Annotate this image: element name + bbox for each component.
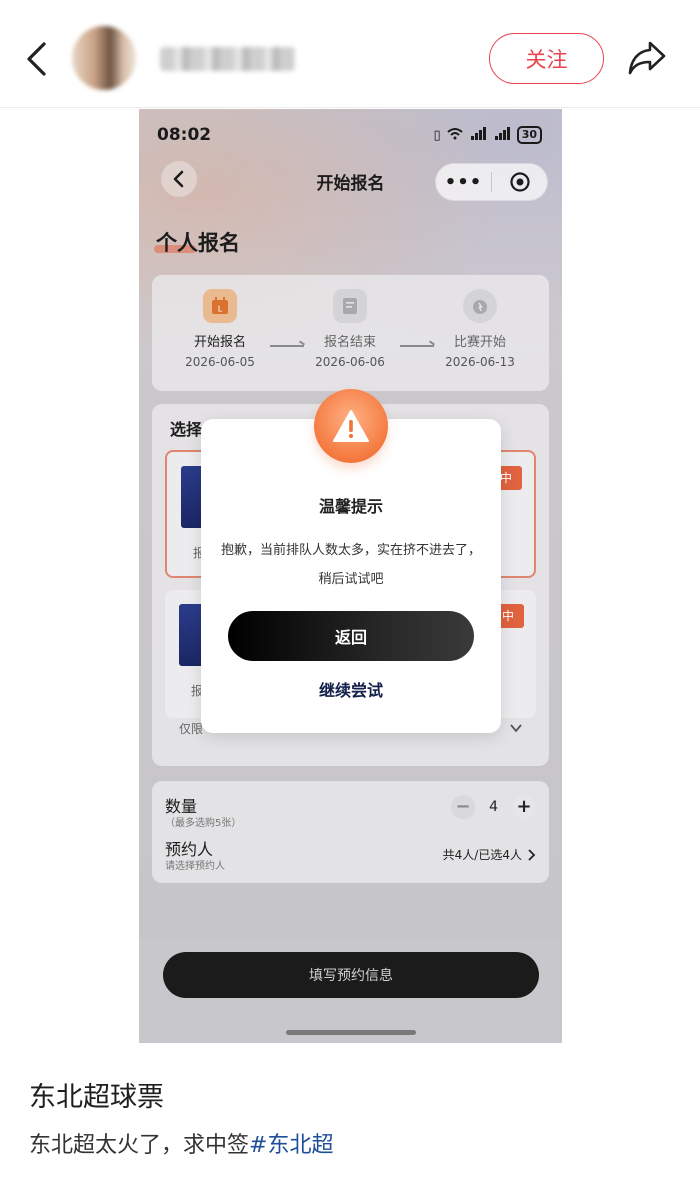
- section-title-text: 个人报名: [156, 231, 240, 255]
- status-icons: ▯ 30: [434, 126, 542, 144]
- step-label: 比赛开始: [453, 335, 506, 350]
- clipboard-icon: [333, 289, 367, 323]
- step-date: 2026-06-13: [445, 355, 515, 369]
- quantity-card: 数量 （最多选购5张） − 4 + 预约人 请选择预约人 共4人/已选4人: [152, 781, 549, 883]
- quantity-value: 4: [489, 799, 498, 815]
- more-icon[interactable]: •••: [436, 172, 491, 193]
- signal-icon-1: [469, 126, 487, 144]
- close-target-icon[interactable]: [492, 171, 547, 193]
- hashtag-link[interactable]: #东北超: [249, 1133, 333, 1158]
- step-label: 开始报名: [193, 335, 246, 350]
- follow-button[interactable]: 关注: [489, 33, 604, 84]
- select-title: 选择: [170, 420, 203, 439]
- alarm-icon: [463, 289, 497, 323]
- step-date: 2026-06-05: [185, 355, 255, 369]
- retry-button[interactable]: 继续尝试: [201, 677, 501, 701]
- post-title: 东北超球票: [29, 1082, 164, 1113]
- step-end: 报名结束 2026-06-06: [290, 289, 410, 369]
- back-icon[interactable]: [20, 38, 54, 80]
- post-body: 东北超太火了，求中签#东北超: [29, 1127, 333, 1159]
- battery-icon: 30: [516, 126, 542, 144]
- fill-info-button[interactable]: 填写预约信息: [163, 952, 539, 998]
- quantity-stepper: − 4 +: [451, 795, 536, 819]
- vibrate-icon: ▯: [433, 127, 441, 143]
- top-bar: 关注: [0, 0, 700, 108]
- chevron-down-icon[interactable]: [509, 720, 523, 734]
- username-blurred[interactable]: [160, 47, 295, 71]
- post-body-text: 东北超太火了，求中签: [29, 1133, 250, 1158]
- reservation-value: 共4人/已选4人: [442, 848, 522, 862]
- mini-program-capsule: •••: [435, 163, 548, 201]
- reservation-selector[interactable]: 共4人/已选4人: [443, 846, 536, 863]
- timeline-card: L 开始报名 2026-06-05 报名结束 2026-06-06 比赛开始 2…: [152, 275, 549, 391]
- minus-button[interactable]: −: [451, 795, 476, 819]
- limit-note: 仅限: [179, 722, 204, 736]
- alert-dialog: 温馨提示 抱歉，当前排队人数太多，实在挤不进去了，稍后试试吧 返回 继续尝试: [201, 389, 501, 733]
- step-start: L 开始报名 2026-06-05: [160, 289, 280, 369]
- chevron-right-icon: [528, 848, 536, 861]
- plus-button[interactable]: +: [512, 795, 536, 819]
- section-title: 个人报名: [154, 227, 240, 257]
- wifi-icon: [447, 127, 463, 144]
- status-time: 08:02: [157, 125, 212, 145]
- step-match: 比赛开始 2026-06-13: [420, 289, 540, 369]
- calendar-icon: L: [203, 289, 237, 323]
- dialog-title: 温馨提示: [318, 497, 383, 516]
- reservation-subtitle: 请选择预约人: [165, 861, 225, 872]
- avatar[interactable]: [72, 26, 136, 90]
- step-date: 2026-06-06: [315, 355, 385, 369]
- embedded-screenshot[interactable]: 08:02 ▯ 30 开始报名 ••• 个人报名 L 开始报名 2026-06-…: [139, 109, 562, 1043]
- signal-icon-2: [493, 126, 511, 144]
- share-icon[interactable]: [626, 38, 668, 78]
- quantity-subtitle: （最多选购5张）: [165, 818, 242, 829]
- svg-text:L: L: [218, 305, 223, 314]
- warning-icon: [314, 389, 388, 463]
- return-button[interactable]: 返回: [228, 611, 474, 661]
- dialog-message: 抱歉，当前排队人数太多，实在挤不进去了，稍后试试吧: [221, 543, 482, 587]
- step-label: 报名结束: [323, 335, 376, 350]
- home-indicator: [286, 1030, 416, 1035]
